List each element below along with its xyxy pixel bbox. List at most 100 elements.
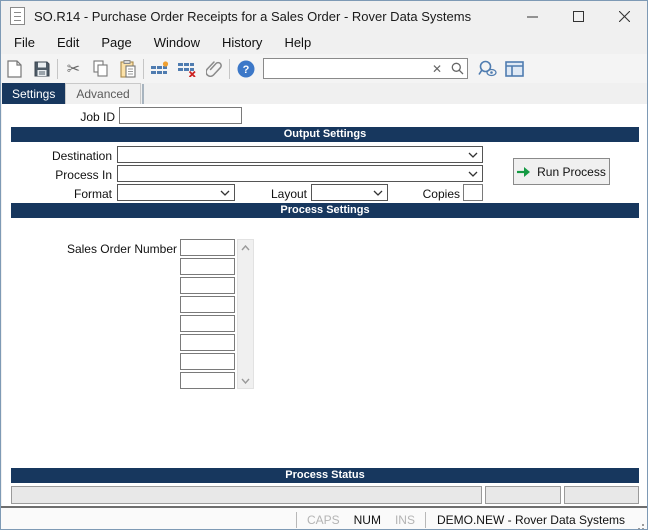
chevron-down-icon [464,152,482,158]
title-bar: SO.R14 - Purchase Order Receipts for a S… [1,1,647,31]
sales-order-input[interactable] [180,258,235,275]
format-label: Format [73,187,112,201]
delete-rows-icon [177,62,196,77]
help-button[interactable]: ? [232,57,259,81]
attachment-button[interactable] [200,57,227,81]
statusbar-separator [424,511,426,528]
sales-order-input[interactable] [180,277,235,294]
insert-mode-indicator: INS [394,512,415,527]
scroll-down-icon[interactable] [238,373,253,388]
save-icon [34,61,49,76]
browse-table-icon [505,60,524,77]
process-settings-header: Process Settings [11,203,639,218]
new-document-icon [7,59,22,78]
copies-label: Copies [422,187,460,201]
help-icon: ? [237,60,254,77]
insert-rows-button[interactable] [146,57,173,81]
toolbar: ✂ ? ✕ [1,54,647,83]
minimize-button[interactable] [509,1,555,31]
lookup-preview-button[interactable] [474,57,501,81]
process-in-select[interactable] [117,165,483,182]
paste-button[interactable] [114,57,141,81]
toolbar-separator [57,58,58,79]
format-select[interactable] [117,184,235,201]
browse-table-button[interactable] [501,57,528,81]
lookup-preview-icon [477,60,497,77]
sales-order-list [180,239,235,391]
svg-text:?: ? [242,64,249,76]
database-context-label: DEMO.NEW - Rover Data Systems [436,512,625,527]
caps-lock-indicator: CAPS [306,512,340,527]
output-settings-header: Output Settings [11,127,639,142]
run-arrow-icon [517,166,531,177]
process-status-header: Process Status [11,468,639,483]
tab-advanced[interactable]: Advanced [65,83,141,104]
search-icon[interactable] [447,62,467,75]
process-status-message-box [11,486,482,504]
maximize-icon [572,10,584,22]
delete-rows-button[interactable] [173,57,200,81]
chevron-down-icon [369,190,387,196]
tab-settings[interactable]: Settings [2,83,66,104]
statusbar-separator [295,511,297,528]
app-window: SO.R14 - Purchase Order Receipts for a S… [0,0,648,530]
cut-button[interactable]: ✂ [60,57,87,81]
search-input[interactable] [264,60,427,77]
minimize-icon [526,16,538,17]
close-button[interactable] [601,1,647,31]
search-box: ✕ [263,58,468,79]
process-in-label: Process In [55,168,112,182]
clear-search-icon[interactable]: ✕ [427,62,447,76]
window-document-icon [10,7,25,25]
copies-input[interactable] [463,184,483,201]
sales-order-input[interactable] [180,372,235,389]
tab-strip: Settings Advanced [2,83,144,104]
new-document-button[interactable] [1,57,28,81]
sales-order-input[interactable] [180,353,235,370]
process-status-counter-box [485,486,561,504]
close-icon [618,10,630,22]
destination-select[interactable] [117,146,483,163]
menu-help[interactable]: Help [273,32,322,53]
resize-grip[interactable] [633,519,645,530]
form-content: Job ID Output Settings Destination Proce… [2,104,647,506]
destination-label: Destination [51,149,112,163]
maximize-button[interactable] [555,1,601,31]
sales-order-scrollbar[interactable] [237,239,254,389]
scroll-up-icon[interactable] [238,240,253,255]
toolbar-separator [229,58,230,79]
layout-select[interactable] [311,184,388,201]
window-title: SO.R14 - Purchase Order Receipts for a S… [34,8,472,24]
sales-order-input[interactable] [180,296,235,313]
copy-button[interactable] [87,57,114,81]
tab-strip-divider [141,84,144,104]
toolbar-separator [143,58,144,79]
cut-icon: ✂ [66,60,81,78]
insert-rows-icon [150,60,168,74]
sales-order-input[interactable] [180,315,235,332]
menu-file[interactable]: File [3,32,46,53]
run-process-button[interactable]: Run Process [513,158,610,185]
menu-edit[interactable]: Edit [46,32,90,53]
sales-order-input[interactable] [180,334,235,351]
menu-page[interactable]: Page [90,32,142,53]
menu-history[interactable]: History [211,32,273,53]
job-id-label: Job ID [80,110,115,124]
job-id-input[interactable] [119,107,242,124]
run-process-label: Run Process [537,164,606,179]
sales-order-input[interactable] [180,239,235,256]
menu-bar: File Edit Page Window History Help [1,31,647,54]
process-status-time-box [564,486,639,504]
save-button[interactable] [28,57,55,81]
window-controls [509,1,647,31]
menu-window[interactable]: Window [143,32,211,53]
sales-order-number-label: Sales Order Number [66,242,177,256]
copy-icon [92,60,108,77]
attachment-icon [205,61,222,77]
paste-icon [119,59,136,78]
layout-label: Layout [270,187,307,201]
chevron-down-icon [464,171,482,177]
num-lock-indicator: NUM [353,512,381,527]
chevron-down-icon [216,190,234,196]
status-bar: CAPS NUM INS DEMO.NEW - Rover Data Syste… [1,508,647,530]
